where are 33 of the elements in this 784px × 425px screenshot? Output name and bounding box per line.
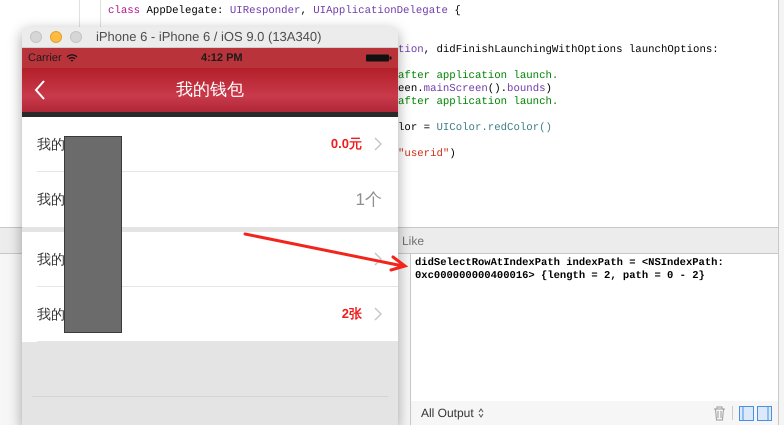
minimize-button[interactable]: [50, 31, 62, 43]
code-line: after application launch.: [398, 96, 558, 108]
back-icon[interactable]: [34, 79, 46, 101]
console-line: 0xc000000000400016> {length = 2, path = 0 - 2}: [415, 270, 706, 283]
close-button[interactable]: [30, 31, 42, 43]
code-line: "userid"): [398, 148, 456, 160]
row-label: 我的: [37, 134, 65, 154]
code-line: tion, didFinishLaunchingWithOptions launchOptions:: [398, 44, 719, 56]
status-time: 4:12 PM: [201, 50, 243, 66]
row-label: 我的: [37, 250, 65, 268]
updown-icon: [478, 408, 484, 418]
nav-title: 我的钱包: [176, 79, 244, 102]
code-line: after application launch.: [398, 70, 558, 82]
right-panel-icon[interactable]: [757, 406, 772, 420]
trash-icon[interactable]: [713, 406, 726, 420]
window-title: iPhone 6 - iPhone 6 / iOS 9.0 (13A340): [96, 28, 322, 46]
list-row[interactable]: 我的 1个: [37, 172, 398, 227]
code-line: een.mainScreen().bounds): [398, 83, 552, 95]
code-line: class AppDelegate: UIResponder, UIApplicationDelegate {: [108, 5, 461, 17]
code-line: lor = UIColor.redColor(): [398, 122, 552, 134]
left-panel-icon[interactable]: [739, 406, 754, 420]
carrier-label: Carrier: [28, 50, 62, 66]
output-filter[interactable]: All Output: [421, 404, 484, 422]
row-label: 我的: [37, 190, 65, 209]
row-value: 0.0元: [330, 135, 362, 154]
wifi-icon: [66, 54, 78, 62]
row-label: 我的: [37, 304, 65, 324]
debug-bar-label: Like: [402, 232, 424, 250]
zoom-button[interactable]: [70, 31, 82, 43]
battery-icon: [366, 54, 392, 62]
row-value: 1个: [356, 188, 382, 211]
row-value: 2张: [342, 305, 362, 324]
console-line: didSelectRowAtIndexPath indexPath = <NSIndexPath:: [415, 257, 725, 270]
